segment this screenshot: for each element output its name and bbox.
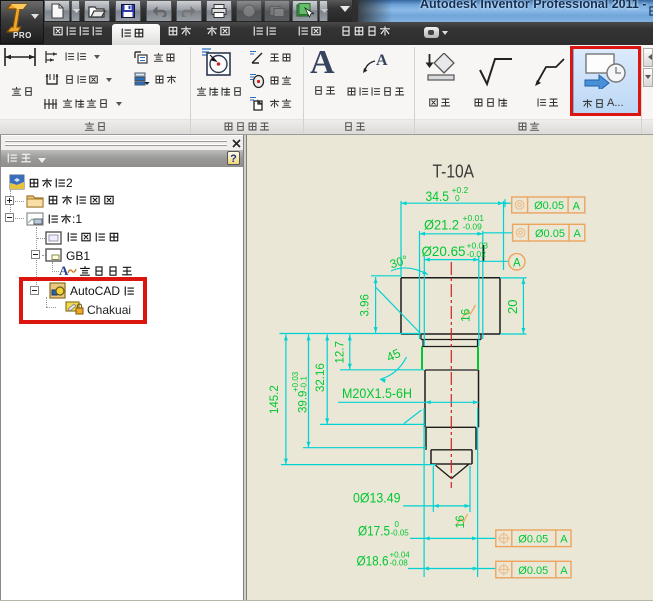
svg-text:Ø17.5: Ø17.5 (358, 523, 390, 539)
svg-text:16: 16 (453, 515, 467, 529)
svg-text:145.2: 145.2 (269, 385, 281, 414)
svg-text:Ø0.05: Ø0.05 (518, 565, 548, 577)
svg-text:-0.05: -0.05 (391, 529, 410, 538)
svg-text:A: A (560, 534, 568, 546)
svg-text:-0.1: -0.1 (300, 376, 309, 390)
svg-text:A: A (59, 263, 69, 278)
svg-text:16: 16 (459, 308, 473, 322)
svg-text:34.5: 34.5 (426, 188, 450, 204)
svg-text:45: 45 (384, 346, 403, 365)
svg-text:A: A (560, 565, 568, 577)
svg-text:12.7: 12.7 (335, 341, 347, 363)
svg-text:M20X1.5-6H: M20X1.5-6H (342, 385, 412, 401)
svg-text:32.16: 32.16 (315, 363, 327, 392)
svg-text:A: A (376, 52, 388, 69)
svg-text:-0.02: -0.02 (467, 249, 487, 259)
svg-text:Ø0.05: Ø0.05 (534, 200, 564, 212)
svg-text:39.9: 39.9 (298, 391, 310, 413)
svg-text:-0.09: -0.09 (463, 222, 483, 232)
svg-text:Ø18.6: Ø18.6 (357, 553, 389, 569)
svg-text:20: 20 (505, 300, 520, 314)
svg-text:T-10A: T-10A (433, 161, 475, 182)
svg-text:3.96: 3.96 (360, 294, 372, 316)
svg-text:A: A (513, 257, 521, 269)
svg-text:Ø20.65: Ø20.65 (422, 243, 466, 259)
svg-text:A: A (573, 200, 581, 212)
svg-text:A: A (574, 228, 582, 240)
svg-text:-0.08: -0.08 (390, 559, 409, 568)
svg-text:0Ø13.49: 0Ø13.49 (353, 490, 401, 506)
svg-text:0: 0 (455, 193, 460, 203)
svg-text:Ø21.2: Ø21.2 (424, 217, 459, 233)
svg-text:Ø0.05: Ø0.05 (518, 534, 548, 546)
svg-text:Ø0.05: Ø0.05 (535, 228, 565, 240)
